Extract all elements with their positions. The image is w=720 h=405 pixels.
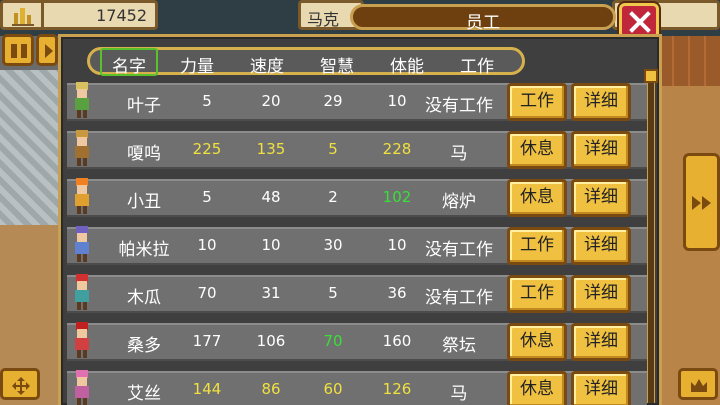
staff-strength: 177	[192, 332, 222, 350]
staff-strength: 5	[202, 188, 212, 206]
table-row: 叶子 5 20 29 10 没有工作 工作 详细	[67, 82, 647, 121]
pause-button[interactable]	[2, 34, 34, 66]
staff-strength: 70	[197, 284, 217, 302]
staff-stamina: 102	[382, 188, 412, 206]
staff-strength: 144	[192, 380, 222, 398]
gold-counter: 17452	[0, 0, 158, 30]
character-avatar	[75, 130, 89, 166]
staff-wisdom: 5	[328, 140, 338, 158]
details-button[interactable]: 详细	[571, 131, 631, 169]
staff-wisdom: 30	[323, 236, 343, 254]
move-icon	[12, 377, 30, 395]
details-button[interactable]: 详细	[571, 275, 631, 313]
staff-name: 小丑	[127, 192, 161, 212]
character-avatar	[75, 274, 89, 310]
character-avatar	[75, 226, 89, 262]
details-button[interactable]: 详细	[571, 83, 631, 121]
staff-stamina: 160	[382, 332, 412, 350]
scrollbar[interactable]	[644, 69, 658, 403]
staff-job: 没有工作	[425, 96, 493, 116]
staff-wisdom: 70	[323, 332, 343, 350]
staff-wisdom: 60	[323, 380, 343, 398]
player-name: 马克	[307, 10, 340, 29]
staff-job: 没有工作	[425, 288, 493, 308]
staff-speed: 48	[261, 188, 281, 206]
staff-strength: 225	[192, 140, 222, 158]
move-button[interactable]	[0, 368, 40, 400]
column-header-bar: 名字 力量 速度 智慧 体能 工作	[87, 47, 525, 77]
staff-strength: 10	[197, 236, 217, 254]
staff-wisdom: 5	[328, 284, 338, 302]
staff-stamina: 10	[387, 236, 407, 254]
staff-speed: 106	[256, 332, 286, 350]
close-icon	[629, 11, 651, 33]
character-avatar	[75, 322, 89, 358]
background-brick	[658, 36, 720, 86]
assign-work-button[interactable]: 工作	[507, 83, 567, 121]
staff-speed: 86	[261, 380, 281, 398]
assign-work-button[interactable]: 工作	[507, 275, 567, 313]
gold-value: 17452	[96, 6, 147, 25]
staff-stamina: 36	[387, 284, 407, 302]
window-title-bar: 员工	[350, 4, 616, 33]
table-row: 桑多 177 106 70 160 祭坛 休息 详细	[67, 322, 647, 361]
details-button[interactable]: 详细	[571, 179, 631, 217]
staff-wisdom: 2	[328, 188, 338, 206]
pause-icon	[11, 44, 27, 58]
column-header-name[interactable]: 名字	[100, 48, 158, 77]
character-avatar	[75, 82, 89, 118]
table-row: 木瓜 70 31 5 36 没有工作 工作 详细	[67, 274, 647, 313]
speed-button[interactable]	[36, 34, 58, 66]
table-row: 艾丝 144 86 60 126 马 休息 详细	[67, 370, 647, 405]
character-avatar	[75, 178, 89, 214]
staff-speed: 10	[261, 236, 281, 254]
staff-stamina: 126	[382, 380, 412, 398]
staff-speed: 31	[261, 284, 281, 302]
staff-job: 祭坛	[442, 336, 476, 356]
staff-speed: 20	[261, 92, 281, 110]
column-header-stamina[interactable]: 体能	[372, 52, 442, 77]
staff-strength: 5	[202, 92, 212, 110]
fast-forward-icon	[692, 196, 711, 210]
staff-job: 马	[450, 384, 468, 404]
staff-name: 桑多	[127, 336, 161, 356]
assign-work-button[interactable]: 休息	[507, 131, 567, 169]
staff-stamina: 10	[387, 92, 407, 110]
window-title: 员工	[466, 13, 500, 33]
speed-icon	[45, 44, 53, 58]
column-header-strength[interactable]: 力量	[162, 52, 232, 77]
column-header-job[interactable]: 工作	[442, 52, 512, 77]
staff-job: 熔炉	[442, 192, 476, 212]
staff-job: 没有工作	[425, 240, 493, 260]
crown-icon	[691, 379, 707, 392]
building-icon	[12, 8, 34, 26]
staff-panel: 名字 力量 速度 智慧 体能 工作 叶子 5 20 29 10 没有工作 工作 详细 嗄呜 225…	[58, 34, 662, 405]
table-row: 小丑 5 48 2 102 熔炉 休息 详细	[67, 178, 647, 217]
staff-name: 叶子	[127, 96, 161, 116]
assign-work-button[interactable]: 工作	[507, 227, 567, 265]
staff-wisdom: 29	[323, 92, 343, 110]
staff-name: 艾丝	[127, 384, 161, 404]
crown-button[interactable]	[678, 368, 718, 400]
assign-work-button[interactable]: 休息	[507, 179, 567, 217]
column-header-wisdom[interactable]: 智慧	[302, 52, 372, 77]
staff-job: 马	[450, 144, 468, 164]
column-header-speed[interactable]: 速度	[232, 52, 302, 77]
divider	[41, 3, 44, 27]
character-avatar	[75, 370, 89, 405]
staff-name: 嗄呜	[127, 144, 161, 164]
details-button[interactable]: 详细	[571, 323, 631, 361]
details-button[interactable]: 详细	[571, 227, 631, 265]
scrollbar-thumb[interactable]	[644, 69, 658, 83]
staff-name: 帕米拉	[118, 240, 170, 260]
assign-work-button[interactable]: 休息	[507, 371, 567, 405]
next-page-button[interactable]	[683, 153, 720, 251]
table-row: 帕米拉 10 10 30 10 没有工作 工作 详细	[67, 226, 647, 265]
details-button[interactable]: 详细	[571, 371, 631, 405]
table-row: 嗄呜 225 135 5 228 马 休息 详细	[67, 130, 647, 169]
staff-name: 木瓜	[127, 288, 161, 308]
staff-speed: 135	[256, 140, 286, 158]
assign-work-button[interactable]: 休息	[507, 323, 567, 361]
staff-stamina: 228	[382, 140, 412, 158]
